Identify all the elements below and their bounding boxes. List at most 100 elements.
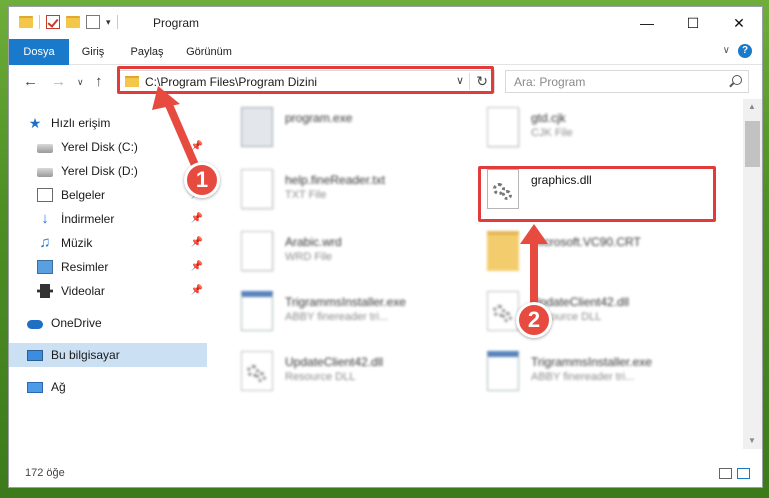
maximize-button[interactable]: ☐	[670, 7, 716, 39]
up-arrow-icon[interactable]: ↑	[95, 73, 103, 90]
sidebar-item-disk-d[interactable]: Yerel Disk (D:) 📌	[9, 159, 207, 183]
vertical-scrollbar[interactable]: ▲ ▼	[743, 99, 762, 449]
installer-icon	[241, 291, 273, 331]
ribbon-tabs: Dosya Giriş Paylaş Görünüm ∨ ?	[9, 39, 762, 65]
file-type: TXT File	[285, 189, 327, 201]
close-button[interactable]: ✕	[716, 7, 762, 39]
expand-ribbon-icon[interactable]: ∨	[723, 45, 730, 56]
sidebar-item-quick-access[interactable]: ★ Hızlı erişim	[9, 111, 207, 135]
properties-icon[interactable]	[86, 15, 100, 29]
documents-icon	[37, 188, 53, 202]
chevron-down-icon[interactable]: ▾	[106, 17, 111, 28]
status-bar: 172 öğe	[9, 459, 762, 487]
file-item[interactable]: Arabic.wrd WRD File	[235, 227, 471, 277]
drive-icon	[37, 168, 53, 177]
toolbar-divider	[39, 15, 40, 29]
sidebar-item-label: Videolar	[61, 284, 105, 298]
sidebar-item-documents[interactable]: Belgeler 📌	[9, 183, 207, 207]
file-type: ABBY finereader tri...	[285, 311, 389, 323]
file-name: Arabic.wrd	[285, 235, 342, 249]
sidebar-item-label: Resimler	[61, 260, 109, 274]
file-item[interactable]: UpdateClient42.dll Resource DLL	[235, 347, 471, 397]
address-highlight-box	[117, 66, 494, 94]
file-item[interactable]: help.fineReader.txt TXT File	[235, 165, 471, 215]
search-icon[interactable]	[732, 75, 742, 85]
file-item[interactable]: gtd.cjk CJK File	[481, 103, 717, 153]
file-type: ABBY finereader tri...	[531, 371, 635, 383]
minimize-button[interactable]: —	[624, 7, 670, 39]
file-name: TrigrammsInstaller.exe	[285, 295, 406, 309]
file-item[interactable]: program.exe	[235, 103, 471, 153]
file-name: TrigrammsInstaller.exe	[531, 355, 652, 369]
sidebar-item-this-pc[interactable]: Bu bilgisayar	[9, 343, 207, 367]
videos-icon	[37, 284, 53, 298]
file-name: program.exe	[285, 111, 353, 125]
scrollbar-thumb[interactable]	[745, 121, 760, 167]
download-icon: ↓	[41, 210, 49, 227]
search-box[interactable]: Ara: Program	[505, 70, 749, 93]
pin-icon[interactable]: 📌	[191, 285, 203, 296]
sidebar-item-network[interactable]: Ağ	[9, 375, 207, 399]
forward-arrow-icon[interactable]: →	[51, 73, 66, 90]
sidebar-item-videos[interactable]: Videolar 📌	[9, 279, 207, 303]
file-icon	[487, 107, 519, 147]
network-icon	[27, 381, 43, 393]
exe-file-icon	[241, 107, 273, 147]
dll-gear-icon	[487, 291, 519, 331]
installer-icon	[487, 351, 519, 391]
pin-icon[interactable]: 📌	[191, 237, 203, 248]
file-item[interactable]: TrigrammsInstaller.exe ABBY finereader t…	[481, 347, 717, 397]
file-highlight-box	[478, 166, 716, 222]
sidebar-item-label: Hızlı erişim	[51, 116, 111, 130]
navigation-pane: ★ Hızlı erişim Yerel Disk (C:) 📌 Yerel D…	[9, 99, 207, 455]
tab-view[interactable]: Görünüm	[177, 39, 241, 65]
sidebar-item-music[interactable]: ♫ Müzik 📌	[9, 231, 207, 255]
tab-home[interactable]: Giriş	[69, 39, 117, 65]
sidebar-item-label: OneDrive	[51, 316, 102, 330]
scroll-down-icon[interactable]: ▼	[748, 436, 756, 445]
folder-icon	[487, 231, 519, 271]
file-name: UpdateClient42.dll	[285, 355, 384, 369]
text-file-icon	[241, 169, 273, 209]
recent-locations-icon[interactable]: ∨	[77, 77, 84, 88]
scroll-up-icon[interactable]: ▲	[748, 102, 756, 111]
search-placeholder[interactable]: Ara: Program	[514, 75, 585, 89]
toolbar-divider	[116, 15, 118, 29]
file-name: gtd.cjk	[531, 111, 566, 125]
file-name: Microsoft.VC90.CRT	[531, 235, 641, 249]
pin-icon[interactable]: 📌	[191, 261, 203, 272]
tab-share[interactable]: Paylaş	[119, 39, 175, 65]
file-type: Resource DLL	[285, 371, 356, 383]
new-folder-icon[interactable]	[66, 16, 80, 28]
back-arrow-icon[interactable]: ←	[23, 73, 38, 90]
step-1-badge: 1	[184, 162, 220, 198]
large-icons-view-icon[interactable]	[737, 468, 750, 479]
pin-icon[interactable]: 📌	[191, 141, 203, 152]
window-controls: — ☐ ✕	[624, 7, 762, 39]
sidebar-item-downloads[interactable]: ↓ İndirmeler 📌	[9, 207, 207, 231]
folder-icon[interactable]	[19, 16, 33, 28]
sidebar-item-pictures[interactable]: Resimler 📌	[9, 255, 207, 279]
file-item[interactable]: Microsoft.VC90.CRT	[481, 227, 717, 277]
sidebar-item-onedrive[interactable]: OneDrive	[9, 311, 207, 335]
sidebar-item-label: Belgeler	[61, 188, 106, 202]
properties-check-icon[interactable]	[46, 15, 60, 29]
sidebar-item-label: Yerel Disk (D:)	[61, 164, 138, 178]
dll-gear-icon	[241, 351, 273, 391]
sidebar-item-label: Bu bilgisayar	[51, 348, 120, 362]
help-icon[interactable]: ?	[738, 44, 752, 58]
file-item[interactable]: UpdateClient42.dll Resource DLL	[481, 287, 717, 337]
file-type: WRD File	[285, 251, 333, 263]
computer-icon	[27, 349, 43, 361]
file-item[interactable]: TrigrammsInstaller.exe ABBY finereader t…	[235, 287, 471, 337]
sidebar-item-disk-c[interactable]: Yerel Disk (C:) 📌	[9, 135, 207, 159]
cloud-icon	[27, 320, 43, 329]
window-title: Program	[153, 16, 200, 30]
drive-icon	[37, 144, 53, 153]
details-view-icon[interactable]	[719, 468, 732, 479]
pin-icon[interactable]: 📌	[191, 213, 203, 224]
sidebar-item-label: Müzik	[61, 236, 93, 250]
sidebar-item-label: Ağ	[51, 380, 66, 394]
tab-file[interactable]: Dosya	[9, 39, 69, 65]
file-icon	[241, 231, 273, 271]
